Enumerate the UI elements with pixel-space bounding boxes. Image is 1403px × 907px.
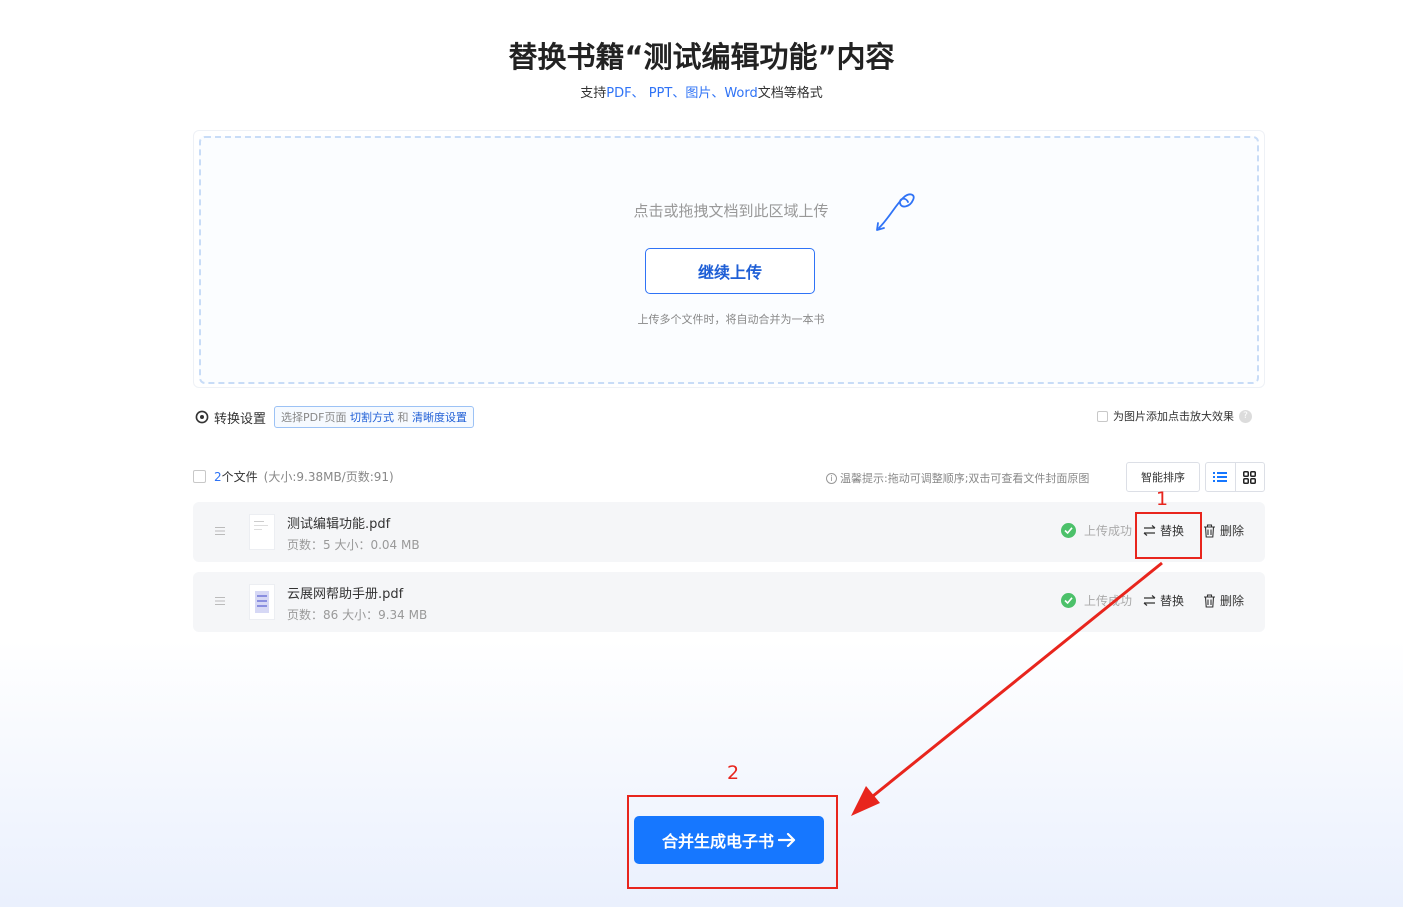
cut-method-link[interactable]: 切割方式 [350, 411, 394, 424]
delete-label: 删除 [1220, 524, 1245, 538]
annotation-box-replace [1135, 512, 1202, 559]
file-name: 云展网帮助手册.pdf [287, 587, 404, 602]
file-row[interactable]: 云展网帮助手册.pdf 页数：86 大小：9.34 MB 上传成功 替换 删除 [193, 572, 1265, 632]
file-name: 测试编辑功能.pdf [287, 517, 391, 532]
list-view-icon [1213, 472, 1228, 482]
document-preview-icon [255, 591, 269, 613]
format-ppt: PPT、 [648, 86, 686, 101]
reorder-tip-text: 温馨提示:拖动可调整顺序;双击可查看文件封面原图 [840, 472, 1090, 485]
curl-arrow-icon [876, 193, 915, 231]
reorder-tip: i 温馨提示:拖动可调整顺序;双击可查看文件封面原图 [826, 470, 1089, 486]
continue-upload-button[interactable]: 继续上传 [645, 248, 815, 294]
format-image: 图片、 [685, 86, 725, 101]
file-count-unit: 个文件 [221, 470, 258, 484]
subtitle-suffix: 文档等格式 [757, 86, 823, 101]
drag-handle-icon[interactable] [215, 526, 225, 536]
image-zoom-label: 为图片添加点击放大效果 [1113, 410, 1234, 423]
image-zoom-checkbox[interactable] [1097, 410, 1108, 422]
settings-tag-and: 和 [397, 411, 409, 424]
help-icon[interactable]: ? [1239, 409, 1252, 423]
file-meta: 页数：86 大小：9.34 MB [287, 608, 428, 622]
check-circle-icon [1061, 593, 1076, 608]
files-summary: 2 个文件 (大小:9.38MB/页数:91) [193, 468, 394, 485]
replace-button[interactable]: 替换 [1143, 592, 1184, 609]
upload-hint: 点击或拖拽文档到此区域上传 [633, 202, 829, 220]
settings-tag-prefix: 选择PDF页面 [281, 411, 347, 424]
delete-button[interactable]: 删除 [1203, 522, 1244, 539]
upload-status: 上传成功 [1061, 592, 1132, 609]
upload-status-text: 上传成功 [1084, 594, 1133, 608]
grid-view-icon [1243, 470, 1257, 484]
upload-status: 上传成功 [1061, 522, 1132, 539]
conversion-settings[interactable]: 转换设置 选择PDF页面 切割方式 和 清晰度设置 [195, 406, 474, 428]
view-toggle [1205, 462, 1265, 492]
clarity-settings-link[interactable]: 清晰度设置 [412, 411, 467, 424]
check-circle-icon [1061, 523, 1076, 538]
subtitle-prefix: 支持 [580, 86, 607, 101]
image-zoom-option[interactable]: 为图片添加点击放大效果 ? [1097, 408, 1252, 424]
annotation-step-1: 1 [1156, 488, 1169, 510]
document-preview-icon [254, 521, 268, 530]
gear-icon [195, 410, 209, 424]
conversion-settings-label[interactable]: 转换设置 [214, 408, 266, 427]
grid-view-button[interactable] [1236, 463, 1265, 491]
upload-status-text: 上传成功 [1084, 524, 1133, 538]
format-support-text: 支持PDF、 PPT、图片、Word文档等格式 [0, 82, 1403, 101]
file-count: 2 [214, 469, 222, 484]
file-thumbnail [249, 514, 275, 550]
delete-label: 删除 [1220, 594, 1245, 608]
upload-dropzone[interactable]: 点击或拖拽文档到此区域上传 继续上传 上传多个文件时，将自动合并为一本书 [199, 136, 1259, 384]
select-all-checkbox[interactable] [193, 470, 206, 483]
delete-button[interactable]: 删除 [1203, 592, 1244, 609]
format-pdf: PDF、 [606, 86, 645, 101]
trash-icon [1204, 523, 1215, 538]
drag-handle-icon[interactable] [215, 596, 225, 606]
page-title: 替换书籍“测试编辑功能”内容 [508, 40, 895, 74]
annotation-step-2: 2 [727, 762, 740, 784]
format-word: Word [724, 86, 758, 101]
file-thumbnail [249, 584, 275, 620]
upload-note: 上传多个文件时，将自动合并为一本书 [637, 313, 825, 326]
annotation-box-merge [627, 795, 838, 889]
list-view-button[interactable] [1206, 463, 1236, 491]
files-summary-detail: (大小:9.38MB/页数:91) [263, 470, 394, 484]
swap-icon [1143, 595, 1156, 606]
replace-label: 替换 [1160, 594, 1185, 608]
file-meta: 页数：5 大小：0.04 MB [287, 538, 420, 552]
info-icon: i [826, 472, 837, 484]
file-row[interactable]: 测试编辑功能.pdf 页数：5 大小：0.04 MB 上传成功 替换 删除 [193, 502, 1265, 562]
trash-icon [1204, 593, 1215, 608]
settings-tag[interactable]: 选择PDF页面 切割方式 和 清晰度设置 [274, 406, 474, 428]
